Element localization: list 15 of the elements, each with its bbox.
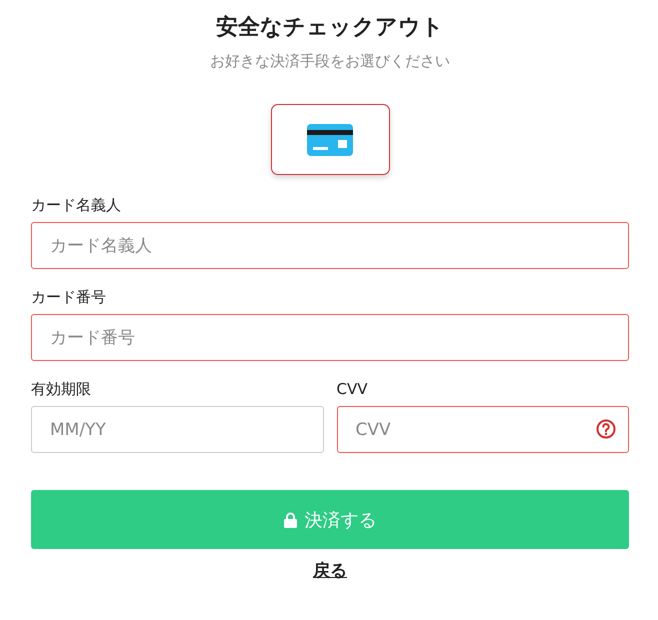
credit-card-icon [307,124,353,156]
field-label: CVV [336,379,368,399]
help-icon[interactable] [596,419,616,439]
page-subtitle: お好きな決済手段をお選びください [209,51,451,72]
input-field[interactable]: カード番号 [31,314,629,361]
page-title: 安全なチェックアウト [215,14,445,42]
field-label: 有効期限 [31,379,92,399]
input-field[interactable]: MM/YY [31,406,324,453]
field-label: カード番号 [31,287,107,307]
input-field[interactable]: CVV [336,406,629,453]
payment-method-button[interactable] [270,104,390,175]
field-label: カード名義人 [31,195,122,215]
back-link[interactable]: 戻る [313,561,347,581]
input-field[interactable]: カード名義人 [31,222,629,269]
lock-icon [284,512,296,528]
